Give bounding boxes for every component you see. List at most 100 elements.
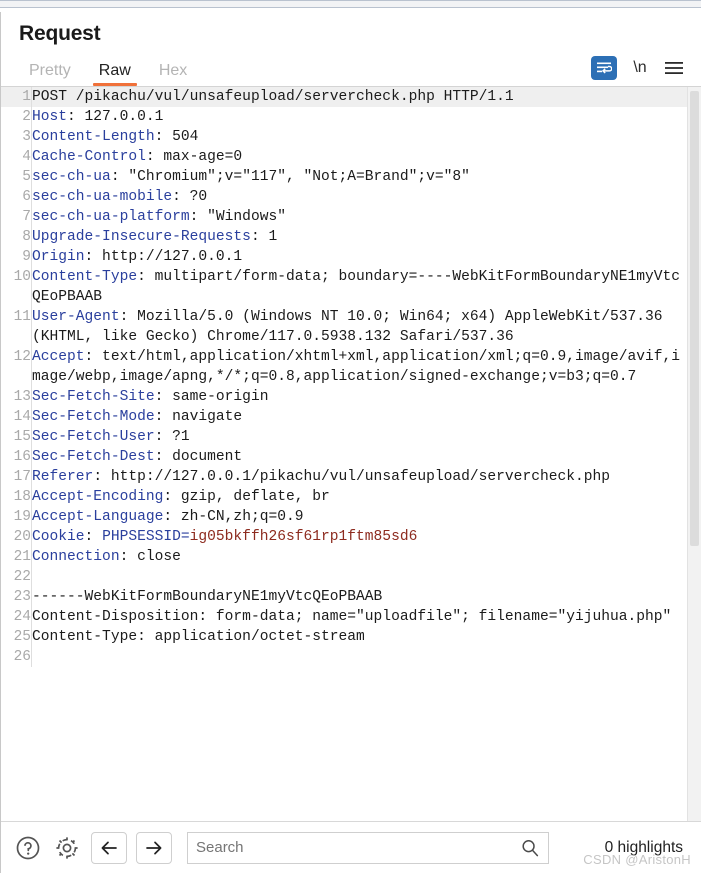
code-line: 2 Host: 127.0.0.1 bbox=[1, 107, 687, 127]
line-content[interactable]: Content-Length: 504 bbox=[32, 127, 688, 147]
help-circle-icon[interactable] bbox=[13, 833, 43, 863]
line-content[interactable]: ------WebKitFormBoundaryNE1myVtcQEoPBAAB bbox=[32, 587, 688, 607]
hamburger-menu-icon[interactable] bbox=[663, 58, 685, 78]
line-content[interactable]: Referer: http://127.0.0.1/pikachu/vul/un… bbox=[32, 467, 688, 487]
line-number: 10 bbox=[1, 267, 32, 307]
search-box[interactable] bbox=[187, 831, 549, 864]
line-content[interactable]: Host: 127.0.0.1 bbox=[32, 107, 688, 127]
code-token: Referer bbox=[32, 469, 94, 485]
code-token: ------WebKitFormBoundaryNE1myVtcQEoPBAAB bbox=[32, 589, 383, 605]
code-token: Host bbox=[32, 109, 68, 125]
code-token: : text/html,application/xhtml+xml,applic… bbox=[32, 349, 681, 385]
request-panel: Request Pretty Raw Hex \n 1 POST /pikach… bbox=[0, 12, 701, 873]
line-content[interactable]: Origin: http://127.0.0.1 bbox=[32, 247, 688, 267]
line-content[interactable] bbox=[32, 567, 688, 587]
line-number: 3 bbox=[1, 127, 32, 147]
word-wrap-icon[interactable] bbox=[591, 56, 617, 80]
gear-icon[interactable] bbox=[52, 833, 82, 863]
code-token: : http://127.0.0.1/pikachu/vul/unsafeupl… bbox=[93, 469, 611, 485]
line-content[interactable]: Sec-Fetch-Dest: document bbox=[32, 447, 688, 467]
line-number: 17 bbox=[1, 467, 32, 487]
line-content[interactable]: Accept-Encoding: gzip, deflate, br bbox=[32, 487, 688, 507]
code-token: Content-Length bbox=[32, 129, 155, 145]
raw-editor[interactable]: 1 POST /pikachu/vul/unsafeupload/serverch… bbox=[1, 87, 701, 821]
code-token: Sec-Fetch-Dest bbox=[32, 449, 155, 465]
code-token: Origin bbox=[32, 249, 85, 265]
line-content[interactable]: Upgrade-Insecure-Requests: 1 bbox=[32, 227, 688, 247]
vertical-scrollbar[interactable] bbox=[687, 87, 701, 821]
line-number: 18 bbox=[1, 487, 32, 507]
code-token: : same-origin bbox=[154, 389, 269, 405]
code-line: 15 Sec-Fetch-User: ?1 bbox=[1, 427, 687, 447]
vertical-scrollbar-thumb[interactable] bbox=[690, 91, 699, 546]
line-number: 16 bbox=[1, 447, 32, 467]
code-token: Content-Type: application/octet-stream bbox=[32, 629, 365, 645]
code-token: Upgrade-Insecure-Requests bbox=[32, 229, 251, 245]
search-input[interactable] bbox=[188, 839, 520, 856]
line-content[interactable]: Content-Disposition: form-data; name="up… bbox=[32, 607, 688, 627]
code-token: Content-Type bbox=[32, 269, 138, 285]
line-content[interactable]: Content-Type: multipart/form-data; bound… bbox=[32, 267, 688, 307]
magnifier-icon[interactable] bbox=[520, 838, 548, 858]
code-token: Sec-Fetch-Mode bbox=[32, 409, 155, 425]
line-number: 23 bbox=[1, 587, 32, 607]
line-number: 25 bbox=[1, 627, 32, 647]
tab-hex[interactable]: Hex bbox=[145, 63, 201, 86]
code-token: : bbox=[84, 529, 103, 545]
code-token: Accept bbox=[32, 349, 85, 365]
line-number: 9 bbox=[1, 247, 32, 267]
forward-button[interactable] bbox=[136, 831, 172, 864]
code-token: : navigate bbox=[154, 409, 243, 425]
line-content[interactable]: sec-ch-ua-platform: "Windows" bbox=[32, 207, 688, 227]
code-line: 13 Sec-Fetch-Site: same-origin bbox=[1, 387, 687, 407]
code-token: : 127.0.0.1 bbox=[67, 109, 164, 125]
line-content[interactable]: Accept: text/html,application/xhtml+xml,… bbox=[32, 347, 688, 387]
code-token: Cookie bbox=[32, 529, 85, 545]
tab-pretty[interactable]: Pretty bbox=[15, 63, 85, 86]
line-number: 4 bbox=[1, 147, 32, 167]
back-button[interactable] bbox=[91, 831, 127, 864]
line-content[interactable]: Content-Type: application/octet-stream bbox=[32, 627, 688, 647]
line-content[interactable]: sec-ch-ua: "Chromium";v="117", "Not;A=Br… bbox=[32, 167, 688, 187]
line-number: 15 bbox=[1, 427, 32, 447]
code-token: : http://127.0.0.1 bbox=[84, 249, 243, 265]
tab-raw[interactable]: Raw bbox=[85, 63, 145, 86]
line-content[interactable]: Sec-Fetch-Site: same-origin bbox=[32, 387, 688, 407]
line-content[interactable]: Cache-Control: max-age=0 bbox=[32, 147, 688, 167]
code-line: 16 Sec-Fetch-Dest: document bbox=[1, 447, 687, 467]
code-line: 7 sec-ch-ua-platform: "Windows" bbox=[1, 207, 687, 227]
line-content[interactable]: Sec-Fetch-Mode: navigate bbox=[32, 407, 688, 427]
line-content[interactable]: Cookie: PHPSESSID=ig05bkffh26sf61rp1ftm8… bbox=[32, 527, 688, 547]
code-line: 21 Connection: close bbox=[1, 547, 687, 567]
newline-toggle-button[interactable]: \n bbox=[630, 59, 650, 77]
code-line: 24 Content-Disposition: form-data; name="… bbox=[1, 607, 687, 627]
code-token: : "Chromium";v="117", "Not;A=Brand";v="8… bbox=[110, 169, 470, 185]
title-row: Request bbox=[1, 12, 701, 52]
code-token: sec-ch-ua bbox=[32, 169, 111, 185]
code-token: : "Windows" bbox=[189, 209, 286, 225]
line-content[interactable]: Accept-Language: zh-CN,zh;q=0.9 bbox=[32, 507, 688, 527]
line-content[interactable]: Connection: close bbox=[32, 547, 688, 567]
line-content[interactable]: Sec-Fetch-User: ?1 bbox=[32, 427, 688, 447]
code-token: Connection bbox=[32, 549, 120, 565]
editor-tools: \n bbox=[591, 56, 701, 86]
code-token: : document bbox=[154, 449, 243, 465]
code-token: Cache-Control bbox=[32, 149, 146, 165]
code-token: Content-Disposition: form-data; name="up… bbox=[32, 609, 672, 625]
line-content[interactable]: POST /pikachu/vul/unsafeupload/serverche… bbox=[31, 87, 687, 107]
line-number: 6 bbox=[1, 187, 32, 207]
line-content[interactable]: User-Agent: Mozilla/5.0 (Windows NT 10.0… bbox=[32, 307, 688, 347]
code-line: 20 Cookie: PHPSESSID=ig05bkffh26sf61rp1ft… bbox=[1, 527, 687, 547]
code-token: sec-ch-ua-platform bbox=[32, 209, 190, 225]
code-line: 14 Sec-Fetch-Mode: navigate bbox=[1, 407, 687, 427]
code-token: : Mozilla/5.0 (Windows NT 10.0; Win64; x… bbox=[32, 309, 672, 345]
code-token: User-Agent bbox=[32, 309, 120, 325]
code-token: : close bbox=[119, 549, 181, 565]
bottom-toolbar: 0 highlights bbox=[1, 821, 701, 873]
line-number: 8 bbox=[1, 227, 32, 247]
line-content[interactable] bbox=[32, 647, 688, 667]
code-token: PHPSESSID= bbox=[102, 529, 190, 545]
code-token: sec-ch-ua-mobile bbox=[32, 189, 173, 205]
line-content[interactable]: sec-ch-ua-mobile: ?0 bbox=[32, 187, 688, 207]
code-line: 9 Origin: http://127.0.0.1 bbox=[1, 247, 687, 267]
